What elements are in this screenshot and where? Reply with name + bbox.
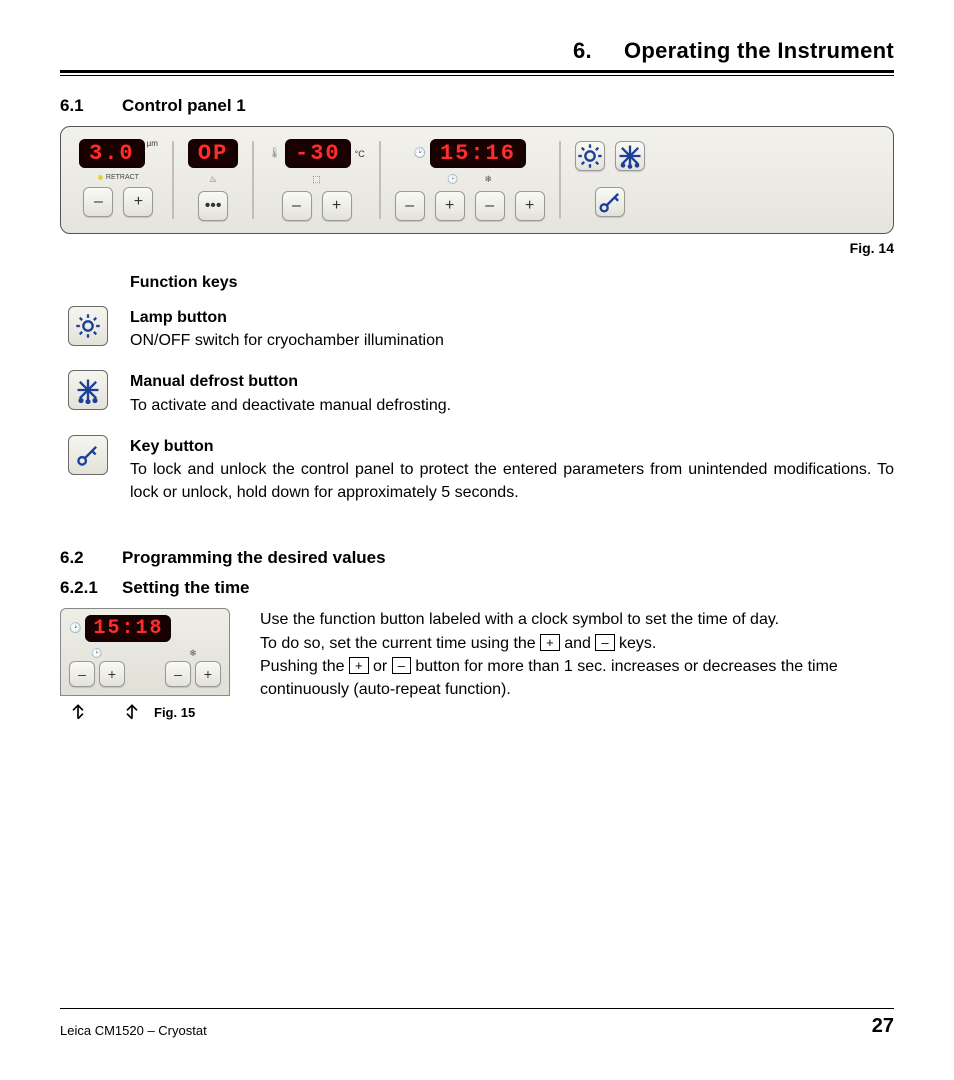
chamber-icon: ⬚ [312,174,321,185]
section-title: Control panel 1 [122,96,246,116]
figure-14-label: Fig. 14 [60,240,894,256]
section-number: 6.2 [60,548,100,568]
defrost-plus-button[interactable]: + [195,661,221,687]
function-keys-heading: Function keys [130,274,894,292]
key-icon [68,435,108,475]
op-display: OP [188,139,238,168]
retract-label: RETRACT [106,174,139,181]
time-display-fig15: 15:18 [85,615,171,642]
plus-key-icon: + [349,657,369,674]
temp-display: -30 [285,139,351,168]
divider [252,141,254,219]
section-number: 6.1 [60,96,100,116]
time-line2b: and [560,635,596,652]
function-buttons-group [567,139,653,217]
control-panel-figure: 3.0 µm RETRACT – + OP ♨ ••• [60,126,894,234]
footer-doc-title: Leica CM1520 – Cryostat [60,1023,207,1038]
divider [559,141,561,219]
divider [379,141,381,219]
time-line3b: or [369,658,392,675]
temp-minus-button[interactable]: – [282,191,312,221]
key-lock-button[interactable] [595,187,625,217]
defrost-minus-button[interactable]: – [475,191,505,221]
hour-minus-button[interactable]: – [69,661,95,687]
section-6-2-1-heading: 6.2.1 Setting the time [60,578,894,598]
defrost-cycle-icon: ❄︎ [485,174,493,185]
clock-icon: 🕑 [413,148,425,159]
section-number: 6.2.1 [60,578,100,598]
minus-key-icon: – [595,634,614,651]
lamp-text: ON/OFF switch for cryochamber illuminati… [130,332,444,349]
time-panel-figure: 🕑 15:18 🕑 – + ❄︎ [60,608,230,696]
section-6-2-heading: 6.2 Programming the desired values [60,548,894,568]
header-rule-thick [60,70,894,73]
minus-key-icon: – [392,657,411,674]
section-6-1-heading: 6.1 Control panel 1 [60,96,894,116]
heater-icon: ♨ [209,174,217,185]
arrow-up-left-icon [68,702,88,727]
temp-unit: °C [355,149,365,159]
key-button-description: Key button To lock and unlock the contro… [68,435,894,505]
thickness-minus-button[interactable]: – [83,187,113,217]
divider [172,141,174,219]
setting-time-text: Use the function button labeled with a c… [260,608,894,701]
chapter-title: Operating the Instrument [624,38,894,63]
time-line3a: Pushing the [260,658,349,675]
figure-15-label: Fig. 15 [154,705,195,720]
hour-minus-button[interactable]: – [395,191,425,221]
hour-plus-button[interactable]: + [435,191,465,221]
hour-plus-button[interactable]: + [99,661,125,687]
defrost-title: Manual defrost button [130,370,894,393]
thermometer-icon: 🌡 [268,148,281,159]
temp-plus-button[interactable]: + [322,191,352,221]
defrost-minus-button[interactable]: – [165,661,191,687]
lamp-title: Lamp button [130,306,894,329]
section-title: Programming the desired values [122,548,386,568]
arrow-up-right-icon [122,702,142,727]
temp-group: 🌡 -30 °C ⬚ – + [260,139,372,221]
op-group: OP ♨ ••• [180,139,246,221]
clock-small-icon: 🕑 [91,648,102,659]
lamp-button-description: Lamp button ON/OFF switch for cryochambe… [68,306,894,352]
figure-15-block: 🕑 15:18 🕑 – + ❄︎ [60,608,230,727]
time-group: 🕑 15:16 🕑 ❄︎ – + – + [387,139,553,221]
key-title: Key button [130,435,894,458]
time-line2a: To do so, set the current time using the [260,635,540,652]
time-line1: Use the function button labeled with a c… [260,608,894,631]
chapter-number: 6. [573,38,592,63]
thickness-group: 3.0 µm RETRACT – + [71,139,166,217]
defrost-text: To activate and deactivate manual defros… [130,397,451,414]
retract-led-icon [98,175,103,180]
lamp-icon [68,306,108,346]
op-menu-button[interactable]: ••• [198,191,228,221]
thickness-plus-button[interactable]: + [123,187,153,217]
thickness-unit: µm [147,139,158,148]
clock-icon: 🕑 [69,623,81,634]
chapter-header: 6. Operating the Instrument [60,38,894,70]
snowflake-icon [68,370,108,410]
key-text: To lock and unlock the control panel to … [130,461,894,501]
thickness-display: 3.0 [79,139,145,168]
plus-key-icon: + [540,634,560,651]
lamp-button[interactable] [575,141,605,171]
defrost-button-description: Manual defrost button To activate and de… [68,370,894,416]
retract-indicator: RETRACT [98,174,139,181]
section-title: Setting the time [122,578,250,598]
time-display: 15:16 [430,139,526,168]
time-line2c: keys. [615,635,657,652]
clock-small-icon: 🕑 [447,174,458,185]
page-footer: Leica CM1520 – Cryostat 27 [60,1008,894,1038]
defrost-button[interactable] [615,141,645,171]
defrost-cycle-icon: ❄︎ [189,648,197,659]
defrost-plus-button[interactable]: + [515,191,545,221]
footer-page-number: 27 [872,1015,894,1038]
